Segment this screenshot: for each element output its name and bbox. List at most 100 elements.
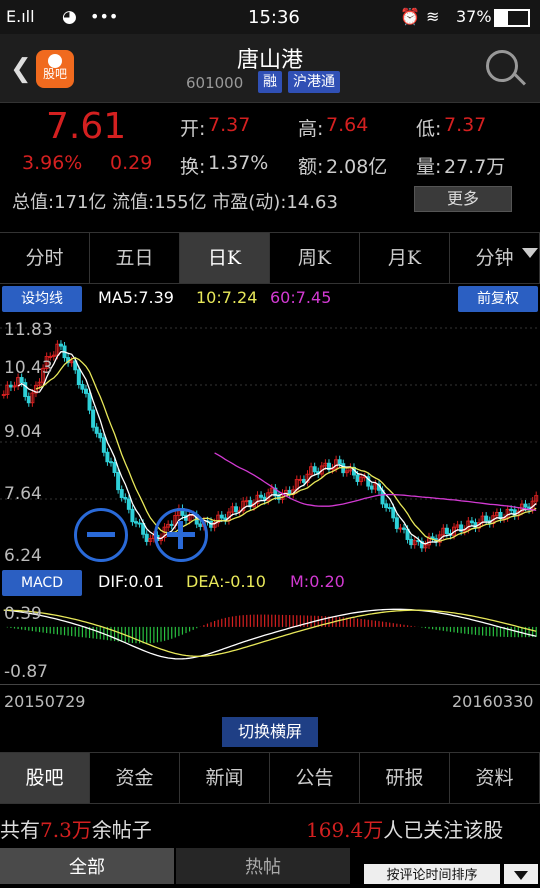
candle-body [469, 520, 474, 524]
posts-prefix: 共有 [0, 818, 40, 842]
candle-body [130, 508, 135, 523]
candle-body [144, 533, 149, 542]
tab-profile[interactable]: 资料 [450, 753, 540, 803]
ytick-label: 10.43 [4, 358, 53, 378]
candle-body [134, 521, 138, 524]
amount-value: 2.08亿 [326, 156, 388, 178]
followers-count: 169.4万人已关注该股 [306, 814, 503, 843]
candle-body [259, 494, 264, 498]
low-label: 低: [416, 118, 442, 140]
volume-value: 27.7万 [444, 156, 506, 178]
tab-five-day[interactable]: 五日 [90, 233, 180, 283]
tab-hot-posts[interactable]: 热帖 [176, 848, 350, 884]
status-bar: E.ıll ◕ ••• 15:36 ⏰ ≋ 37% [0, 0, 540, 34]
candle-body [523, 503, 528, 508]
connect-badge: 沪港通 [288, 71, 340, 93]
candle-body [91, 409, 96, 428]
macd-button[interactable]: MACD [2, 570, 82, 596]
open-label: 开: [180, 118, 206, 140]
candle-body [384, 503, 389, 509]
tab-monthly-k[interactable]: 月K [360, 233, 450, 283]
candle-body [105, 451, 110, 463]
candle-body [19, 377, 24, 384]
tab-guba[interactable]: 股吧 [0, 753, 90, 803]
tab-announcements[interactable]: 公告 [270, 753, 360, 803]
ma-settings-button[interactable]: 设均线 [2, 286, 82, 312]
macd-chart [3, 608, 537, 660]
candle-body [369, 485, 374, 490]
candle-body [484, 515, 489, 522]
change-value: 0.29 [110, 152, 153, 174]
tab-intraday[interactable]: 分时 [0, 233, 90, 283]
header: ❮ 股吧 唐山港 601000 融 沪港通 [0, 34, 540, 103]
clock: 15:36 [248, 7, 300, 28]
posts-value: 7.3万 [40, 818, 92, 842]
candle-body [137, 522, 142, 525]
low-value: 7.37 [444, 114, 487, 136]
ytick-label: 7.64 [4, 484, 42, 504]
candle-body [244, 500, 249, 503]
tab-weekly-k[interactable]: 周K [270, 233, 360, 283]
candle-body [312, 466, 317, 473]
high-value: 7.64 [326, 114, 369, 136]
sort-dropdown-icon[interactable] [504, 864, 538, 884]
info-tabs: 股吧 资金 新闻 公告 研报 资料 [0, 752, 540, 804]
open-value: 7.37 [208, 114, 251, 136]
candle-body [126, 498, 131, 510]
dea-label: DEA:-0.10 [186, 572, 266, 591]
followers-value: 169.4万 [306, 818, 384, 842]
tab-news[interactable]: 新闻 [180, 753, 270, 803]
turnover-label: 换: [180, 156, 206, 178]
high-label: 高: [298, 118, 324, 140]
dif-label: DIF:0.01 [98, 572, 165, 591]
volume-label: 量: [416, 156, 442, 178]
search-icon[interactable] [486, 50, 518, 82]
candle-body [83, 388, 88, 394]
guba-logo[interactable]: 股吧 [36, 50, 74, 88]
tab-minute[interactable]: 分钟 [450, 233, 540, 283]
more-button[interactable]: 更多 [414, 186, 512, 212]
candle-body [98, 432, 103, 439]
margin-badge: 融 [258, 71, 282, 93]
m-label: M:0.20 [290, 572, 345, 591]
candle-body [234, 506, 239, 513]
ytick-label: 11.83 [4, 320, 53, 340]
ma60-label: 60:7.45 [270, 288, 332, 307]
ma10-label: 10:7.24 [196, 288, 258, 307]
wechat-icon: ◕ [62, 7, 77, 27]
candle-body [387, 507, 392, 510]
candle-body [402, 527, 406, 530]
candle-body [1, 393, 6, 396]
ytick-label: 6.24 [4, 546, 42, 566]
candle-body [76, 369, 81, 386]
followers-suffix: 人已关注该股 [383, 818, 504, 842]
tab-funds[interactable]: 资金 [90, 753, 180, 803]
landscape-switch-button[interactable]: 切换横屏 [222, 717, 318, 747]
candle-body [112, 462, 117, 473]
candle-body [337, 459, 342, 465]
candle-body [119, 489, 124, 498]
candle-body [108, 461, 113, 464]
tab-daily-k[interactable]: 日K [180, 233, 270, 283]
adjust-price-button[interactable]: 前复权 [458, 286, 538, 312]
candle-body [8, 384, 13, 388]
sort-select[interactable]: 按评论时间排序 [364, 864, 500, 884]
zoom-in-button[interactable] [154, 508, 208, 562]
candle-body [391, 507, 396, 519]
alarm-icon: ⏰ [400, 7, 420, 26]
tab-research[interactable]: 研报 [360, 753, 450, 803]
candle-body [26, 396, 31, 404]
stock-name: 唐山港 [236, 48, 303, 73]
tab-all-posts[interactable]: 全部 [0, 848, 174, 884]
candle-body [219, 514, 224, 519]
dif-line [3, 608, 537, 660]
current-price: 7.61 [46, 106, 127, 147]
posts-count: 共有7.3万余帖子 [0, 814, 152, 843]
signal-indicator: E.ıll [6, 7, 35, 26]
candle-body [80, 384, 85, 390]
capitalization-line: 总值:171亿 流值:155亿 市盈(动):14.63 [12, 192, 338, 213]
zoom-out-button[interactable] [74, 508, 128, 562]
tab-dropdown-icon[interactable] [522, 248, 538, 258]
back-icon[interactable]: ❮ [10, 54, 32, 84]
amount-label: 额: [298, 156, 324, 178]
